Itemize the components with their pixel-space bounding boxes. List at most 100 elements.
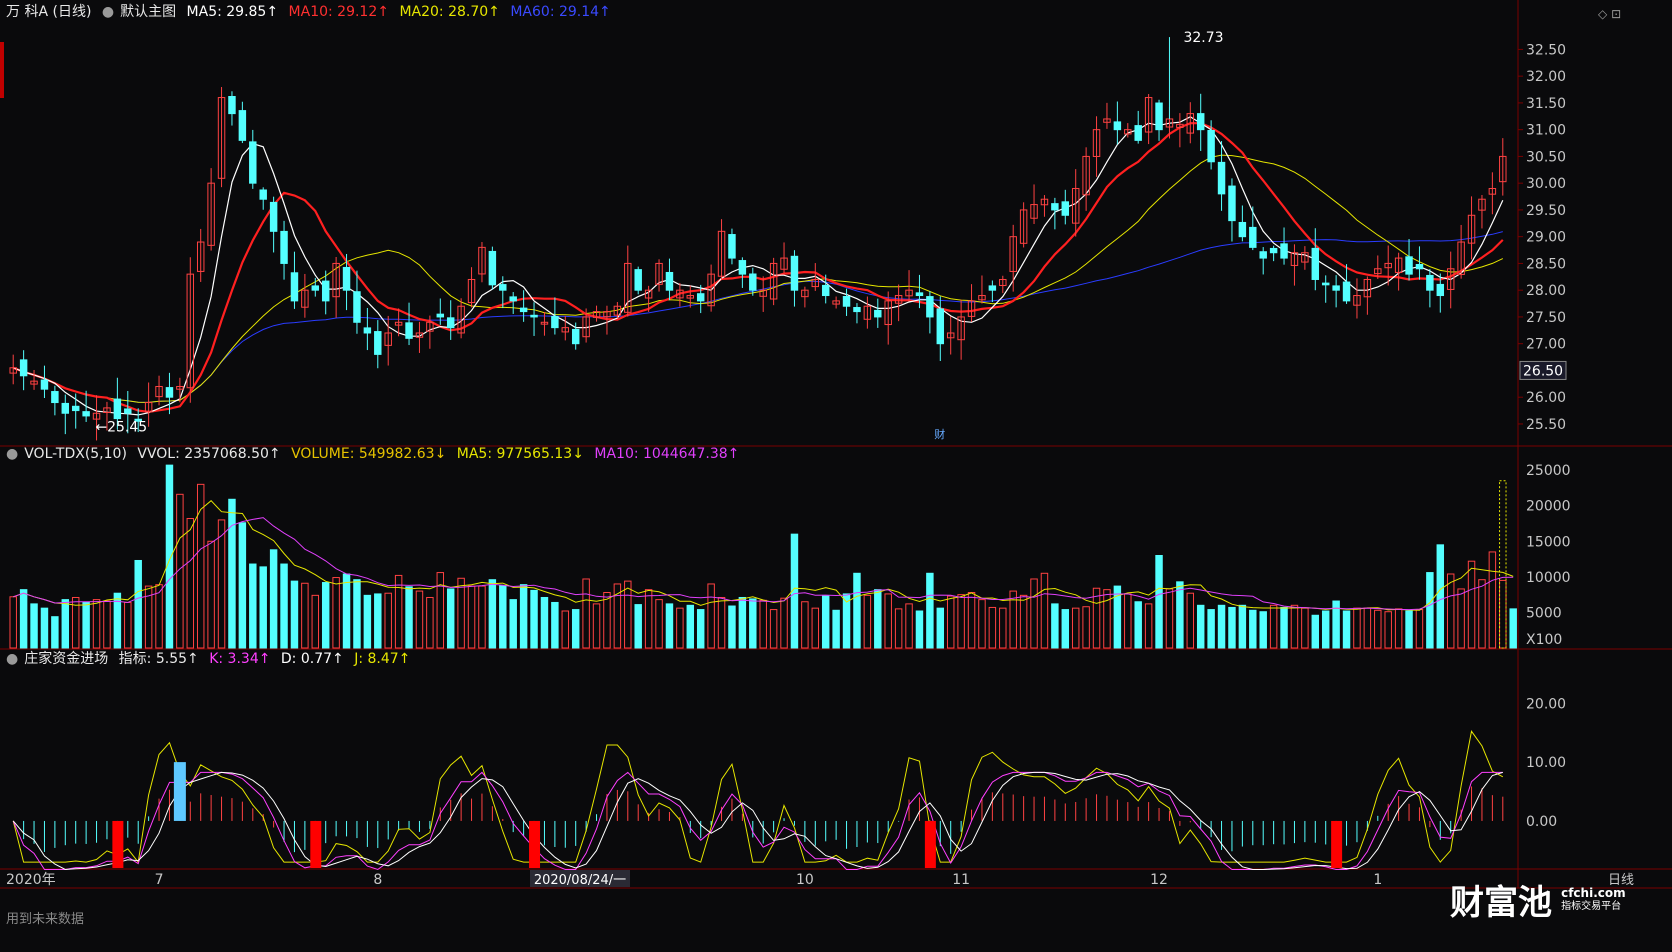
- volume-bar-down[interactable]: [509, 599, 517, 649]
- candle-down[interactable]: [696, 293, 705, 302]
- candle-down[interactable]: [738, 260, 747, 275]
- signal-highlight-bar[interactable]: [173, 762, 186, 821]
- collapse-icon[interactable]: ◇: [1598, 7, 1607, 21]
- volume-bar-down[interactable]: [269, 549, 278, 649]
- candle-down[interactable]: [1113, 121, 1122, 131]
- candle-down[interactable]: [405, 322, 413, 339]
- volume-bar-down[interactable]: [634, 604, 642, 649]
- volume-bar-down[interactable]: [1228, 606, 1236, 649]
- entry-signal-bar[interactable]: [112, 820, 124, 868]
- volume-bar-down[interactable]: [1280, 606, 1288, 649]
- entry-signal-bar[interactable]: [1331, 820, 1343, 868]
- candle-down[interactable]: [1269, 247, 1278, 254]
- candle-down[interactable]: [436, 313, 445, 318]
- volume-bar-down[interactable]: [1321, 610, 1330, 649]
- entry-signal-bar[interactable]: [310, 820, 322, 868]
- candle-down[interactable]: [353, 291, 361, 323]
- candle-down[interactable]: [1238, 221, 1247, 238]
- indicator-title[interactable]: 庄家资金进场: [24, 651, 108, 667]
- candle-down[interactable]: [1332, 285, 1340, 291]
- candle-down[interactable]: [311, 285, 320, 291]
- candle-down[interactable]: [1228, 185, 1236, 222]
- candle-down[interactable]: [790, 255, 799, 291]
- volume-bar-down[interactable]: [1405, 610, 1413, 649]
- candle-down[interactable]: [1321, 282, 1330, 286]
- candle-down[interactable]: [124, 408, 132, 414]
- candle-down[interactable]: [1217, 161, 1226, 195]
- volume-bar-down[interactable]: [1509, 608, 1517, 649]
- candle-down[interactable]: [874, 309, 882, 318]
- volume-bar-down[interactable]: [915, 610, 924, 649]
- volume-bar-down[interactable]: [1436, 544, 1445, 649]
- volume-bar-down[interactable]: [1311, 614, 1320, 649]
- volume-bar-down[interactable]: [1207, 609, 1215, 649]
- volume-bar-down[interactable]: [696, 609, 705, 649]
- volume-bar-down[interactable]: [686, 604, 695, 649]
- volume-bar-down[interactable]: [165, 464, 174, 649]
- volume-bar-down[interactable]: [353, 579, 361, 649]
- candle-down[interactable]: [749, 273, 757, 291]
- candle-down[interactable]: [238, 110, 247, 141]
- volume-bar-down[interactable]: [571, 609, 580, 649]
- volume-bar-down[interactable]: [738, 596, 747, 649]
- volume-bar-down[interactable]: [1426, 572, 1434, 649]
- volume-bar-down[interactable]: [1259, 611, 1267, 649]
- candle-down[interactable]: [51, 391, 59, 404]
- volume-bar-down[interactable]: [1155, 555, 1163, 649]
- candle-down[interactable]: [269, 201, 278, 232]
- volume-bar-down[interactable]: [728, 605, 736, 649]
- volume-indicator-title[interactable]: VOL-TDX(5,10): [24, 446, 127, 462]
- volume-bar-down[interactable]: [926, 572, 934, 649]
- candle-down[interactable]: [113, 398, 122, 420]
- candle-down[interactable]: [61, 402, 70, 414]
- candle-down[interactable]: [519, 307, 528, 313]
- candle-down[interactable]: [165, 387, 174, 398]
- volume-bar-down[interactable]: [874, 589, 882, 649]
- volume-bar-down[interactable]: [665, 603, 674, 649]
- volume-bar-down[interactable]: [405, 586, 413, 649]
- candle-down[interactable]: [842, 296, 851, 307]
- candle-down[interactable]: [1405, 256, 1413, 275]
- candle-down[interactable]: [728, 234, 736, 259]
- volume-bar-down[interactable]: [1061, 609, 1070, 649]
- candle-down[interactable]: [634, 269, 642, 291]
- volume-bar-down[interactable]: [749, 598, 757, 649]
- volume-bar-down[interactable]: [530, 589, 538, 649]
- chart-menu-icon[interactable]: ●: [102, 4, 114, 20]
- candle-down[interactable]: [530, 314, 538, 318]
- candle-down[interactable]: [321, 280, 330, 302]
- candle-down[interactable]: [1415, 263, 1424, 270]
- candle-down[interactable]: [853, 307, 861, 313]
- volume-bar-down[interactable]: [1217, 604, 1226, 649]
- volume-bar-down[interactable]: [853, 572, 861, 649]
- candle-down[interactable]: [509, 296, 517, 302]
- indicator-menu-icon[interactable]: ●: [6, 651, 18, 667]
- candle-down[interactable]: [1426, 274, 1434, 291]
- volume-bar-down[interactable]: [342, 573, 351, 649]
- volume-bar-down[interactable]: [19, 589, 28, 649]
- volume-bar-down[interactable]: [446, 588, 455, 649]
- volume-bar-down[interactable]: [290, 580, 299, 649]
- candle-down[interactable]: [82, 411, 90, 417]
- candle-down[interactable]: [571, 328, 580, 345]
- candle-down[interactable]: [936, 308, 945, 345]
- volume-bar-down[interactable]: [30, 603, 38, 649]
- candle-down[interactable]: [915, 292, 924, 297]
- volume-bar-down[interactable]: [280, 563, 288, 649]
- volume-bar-down[interactable]: [821, 595, 830, 649]
- volume-bar-down[interactable]: [1342, 610, 1351, 649]
- volume-bar-down[interactable]: [1051, 603, 1059, 649]
- candle-down[interactable]: [665, 271, 674, 291]
- entry-signal-bar[interactable]: [529, 820, 541, 868]
- candle-down[interactable]: [1280, 243, 1288, 259]
- stock-title[interactable]: 万 科A (日线): [6, 4, 91, 20]
- chart-template-label[interactable]: 默认主图: [120, 4, 176, 20]
- candle-down[interactable]: [40, 379, 49, 390]
- volume-bar-down[interactable]: [82, 601, 90, 649]
- volume-bar-down[interactable]: [1176, 581, 1184, 649]
- candle-down[interactable]: [488, 250, 497, 286]
- candle-down[interactable]: [1249, 226, 1257, 248]
- volume-bar-down[interactable]: [238, 522, 247, 649]
- candle-down[interactable]: [249, 141, 257, 184]
- candle-down[interactable]: [1051, 203, 1059, 211]
